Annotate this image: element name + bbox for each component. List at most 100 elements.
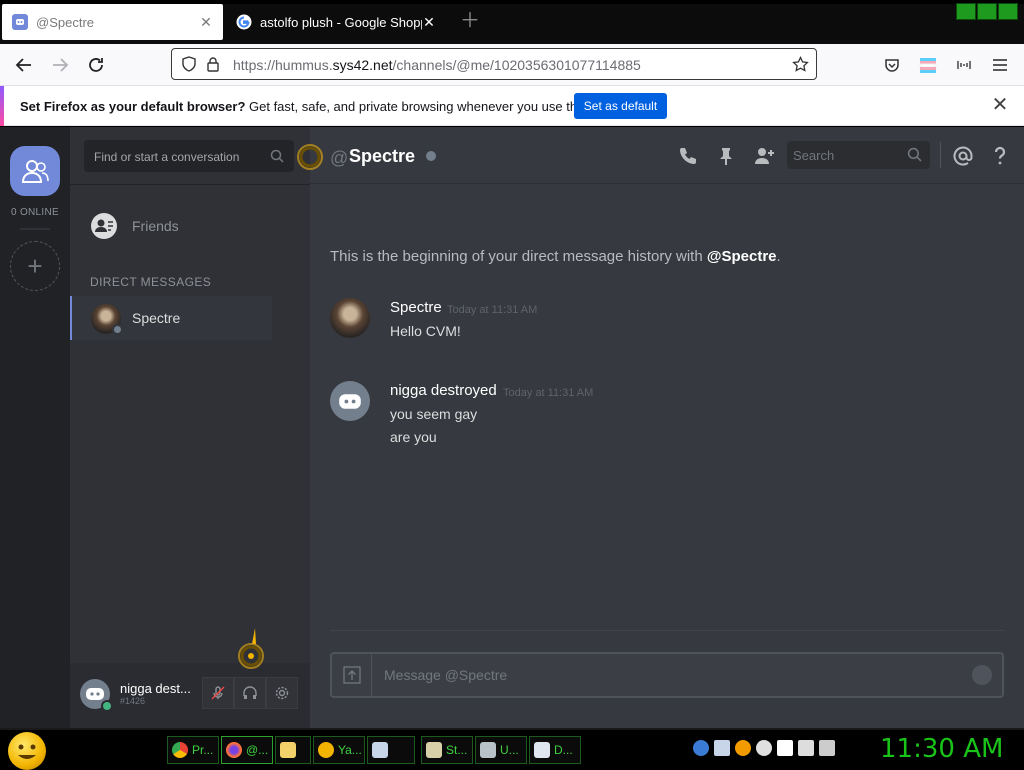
add-server-button[interactable]: + <box>10 241 60 291</box>
avatar[interactable] <box>330 298 370 338</box>
settings-button[interactable] <box>266 677 298 709</box>
tab-google-shopping[interactable]: astolfo plush - Google Shopping ✕ <box>226 4 446 40</box>
tab-spectre[interactable]: @Spectre ✕ <box>2 4 223 40</box>
url-text: https://hummus.sys42.net/channels/@me/10… <box>233 57 641 73</box>
tab-title: astolfo plush - Google Shopping <box>260 14 422 30</box>
lock-icon[interactable] <box>206 56 220 72</box>
set-as-default-button[interactable]: Set as default <box>574 93 667 119</box>
google-favicon-icon <box>236 14 252 30</box>
add-friend-icon[interactable] <box>753 145 775 167</box>
message-text: are you <box>390 429 437 445</box>
message-input-placeholder: Message @Spectre <box>384 667 508 683</box>
dm-history-intro: This is the beginning of your direct mes… <box>330 248 781 265</box>
system-tray <box>693 740 835 756</box>
user-tag: #1426 <box>120 696 146 706</box>
message-composer[interactable]: Message @Spectre <box>330 652 1004 698</box>
message-text: you seem gay <box>390 406 478 422</box>
forward-icon[interactable] <box>48 53 72 77</box>
close-tab-icon[interactable]: ✕ <box>422 14 436 31</box>
discord-favicon-icon <box>12 14 28 30</box>
extension-flag-icon[interactable] <box>916 53 940 77</box>
tray-display-icon[interactable] <box>798 740 814 756</box>
user-panel: nigga dest... #1426 <box>70 663 310 728</box>
divider <box>70 184 310 185</box>
tray-search-icon[interactable] <box>735 740 751 756</box>
message-author[interactable]: nigga destroyed <box>390 382 497 399</box>
taskbar-item-app[interactable] <box>367 736 415 764</box>
search-icon <box>270 149 284 163</box>
discord-logo-icon <box>86 688 104 700</box>
status-indicator <box>112 324 123 335</box>
files-icon <box>426 742 442 758</box>
friends-home-button[interactable] <box>10 146 60 196</box>
start-button-smiley-icon[interactable] <box>8 732 46 770</box>
tray-volume-icon[interactable] <box>819 740 835 756</box>
phone-call-icon[interactable] <box>677 145 699 167</box>
emoji-picker-icon[interactable] <box>972 665 992 685</box>
message-text: Hello CVM! <box>390 323 461 339</box>
avatar[interactable] <box>330 381 370 421</box>
discord-app: 0 ONLINE + Find or start a conversation … <box>0 127 1024 728</box>
chat-search-input[interactable]: Search <box>787 141 930 169</box>
upload-button[interactable] <box>332 654 372 696</box>
taskbar-item-yahoo[interactable]: Ya... <box>313 736 365 764</box>
url-bar[interactable]: https://hummus.sys42.net/channels/@me/10… <box>171 48 817 80</box>
deafen-button[interactable] <box>234 677 266 709</box>
mic-muted-icon <box>211 686 225 700</box>
server-list: 0 ONLINE + <box>0 127 70 728</box>
friends-icon <box>91 213 117 239</box>
tray-network-icon[interactable] <box>693 740 709 756</box>
dm-name: Spectre <box>132 310 181 326</box>
navigation-bar: https://hummus.sys42.net/channels/@me/10… <box>0 44 1024 86</box>
username: nigga dest... <box>120 681 191 696</box>
friends-nav-item[interactable]: Friends <box>90 212 179 240</box>
menu-hamburger-icon[interactable] <box>988 53 1012 77</box>
bookmark-star-icon[interactable] <box>792 56 809 73</box>
plus-icon: + <box>27 250 43 281</box>
clock[interactable]: 11:30 AM <box>880 734 1003 764</box>
online-count: 0 ONLINE <box>11 207 59 218</box>
discord-logo-icon <box>339 393 361 409</box>
divider <box>20 228 50 230</box>
reload-icon[interactable] <box>84 53 108 77</box>
tray-flag-icon[interactable] <box>777 740 793 756</box>
mute-button[interactable] <box>202 677 234 709</box>
close-tab-icon[interactable]: ✕ <box>199 14 213 31</box>
dm-list-item[interactable]: Spectre <box>70 296 272 340</box>
recipient-name: Spectre <box>349 146 416 166</box>
extension-icon[interactable] <box>952 53 976 77</box>
friends-label: Friends <box>132 218 179 234</box>
search-placeholder: Find or start a conversation <box>94 150 240 164</box>
taskbar-item-folder[interactable] <box>275 736 311 764</box>
taskbar-item-chrome[interactable]: Pr... <box>167 736 219 764</box>
back-icon[interactable] <box>12 53 36 77</box>
tray-window-icon[interactable] <box>714 740 730 756</box>
folder-icon <box>280 742 296 758</box>
mentions-at-icon[interactable] <box>952 145 974 167</box>
loading-cursor-icon <box>297 144 323 170</box>
tab-bar: @Spectre ✕ astolfo plush - Google Shoppi… <box>0 0 1024 44</box>
tab-title: @Spectre <box>36 14 94 30</box>
message-author[interactable]: Spectre <box>390 299 442 316</box>
divider <box>940 142 941 168</box>
busy-cursor-icon <box>238 628 264 669</box>
pin-icon[interactable] <box>715 145 737 167</box>
taskbar-item-st[interactable]: St... <box>421 736 473 764</box>
close-notification-icon[interactable]: ✕ <box>990 95 1010 115</box>
message-timestamp: Today at 11:31 AM <box>503 387 594 399</box>
divider <box>330 630 1004 631</box>
chat-header: @ Spectre Search <box>310 127 1024 184</box>
taskbar-item-u[interactable]: U... <box>475 736 527 764</box>
window-controls[interactable] <box>956 3 1018 20</box>
shield-icon[interactable] <box>181 56 197 72</box>
taskbar-item-firefox[interactable]: @... <box>221 736 273 764</box>
headphones-icon <box>243 686 257 699</box>
document-icon <box>534 742 550 758</box>
tray-messenger-icon[interactable] <box>756 740 772 756</box>
new-tab-icon[interactable]: ＋ <box>460 11 480 31</box>
taskbar-item-d[interactable]: D... <box>529 736 581 764</box>
help-icon[interactable] <box>989 145 1011 167</box>
window-icon <box>372 742 388 758</box>
pocket-icon[interactable] <box>880 53 904 77</box>
find-conversation-input[interactable]: Find or start a conversation <box>84 140 294 172</box>
